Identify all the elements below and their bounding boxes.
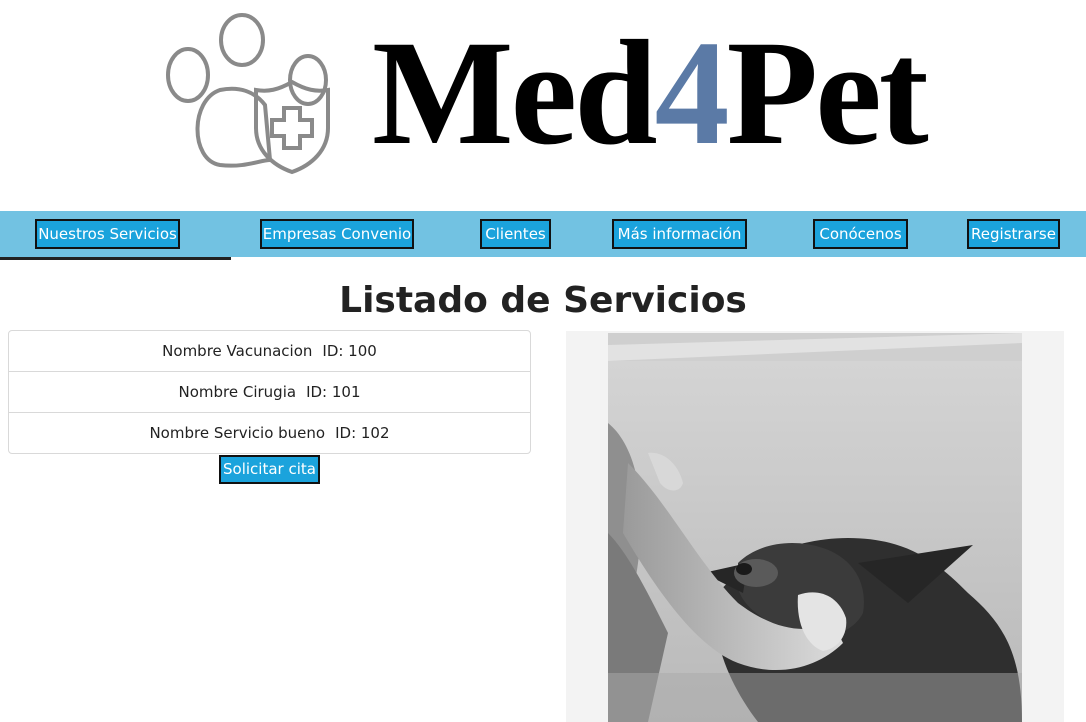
services-list: Nombre Vacunacion ID: 100 Nombre Cirugia I… [8, 330, 531, 454]
nav-nuestros-servicios[interactable]: Nuestros Servicios [35, 219, 180, 249]
nav-mas-informacion[interactable]: Más información [612, 219, 747, 249]
site-header: Med4Pet [0, 0, 1086, 211]
service-name: Nombre Vacunacion [162, 342, 313, 360]
photo-container [566, 331, 1064, 722]
solicitar-cita-button[interactable]: Solicitar cita [219, 455, 320, 484]
service-id: ID: 100 [322, 342, 377, 360]
dog-vet-photo [608, 333, 1022, 722]
service-id: ID: 102 [335, 424, 390, 442]
brand-name-part2: Pet [726, 10, 929, 176]
list-item[interactable]: Nombre Vacunacion ID: 100 [9, 331, 530, 371]
page-title: Listado de Servicios [339, 280, 747, 321]
nav-registrarse[interactable]: Registrarse [967, 219, 1060, 249]
list-item[interactable]: Nombre Cirugia ID: 101 [9, 371, 530, 412]
brand-name-digit: 4 [654, 10, 730, 176]
nav-clientes[interactable]: Clientes [480, 219, 551, 249]
service-name: Nombre Cirugia [178, 383, 297, 401]
list-item[interactable]: Nombre Servicio bueno ID: 102 [9, 412, 530, 453]
paw-shield-icon [166, 13, 330, 175]
active-tab-indicator [0, 257, 231, 260]
service-id: ID: 101 [306, 383, 361, 401]
nav-empresas-convenio[interactable]: Empresas Convenio [260, 219, 414, 249]
brand-logo: Med4Pet [372, 18, 929, 168]
service-name: Nombre Servicio bueno [149, 424, 326, 442]
brand-name-part1: Med [372, 10, 658, 176]
nav-conocenos[interactable]: Conócenos [813, 219, 908, 249]
